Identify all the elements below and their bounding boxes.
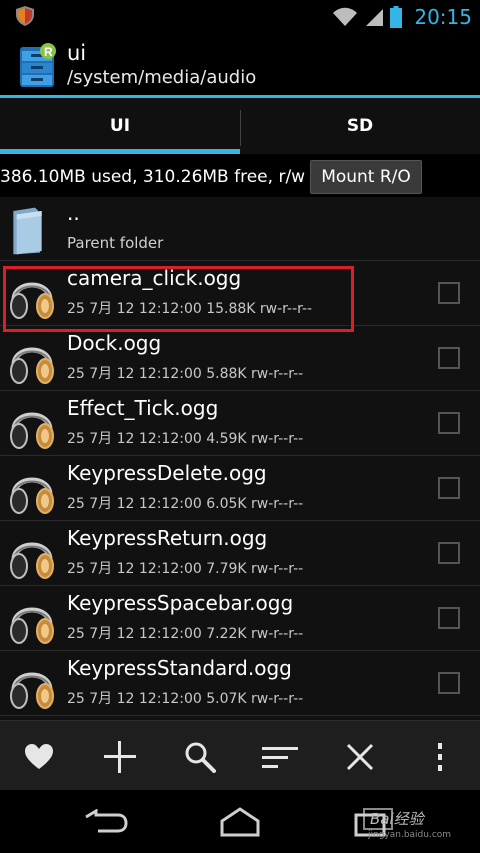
headphones-icon [10, 477, 54, 514]
heart-icon [25, 744, 53, 769]
tab-divider [240, 110, 241, 146]
file-row[interactable]: camera_click.ogg 25 7月 12 12:12:00 15.88… [0, 262, 480, 326]
file-checkbox[interactable] [438, 672, 460, 694]
file-name: KeypressSpacebar.ogg [67, 591, 294, 615]
file-name: KeypressDelete.ogg [67, 461, 267, 485]
wifi-icon [333, 7, 358, 26]
file-row[interactable]: Dock.ogg 25 7月 12 12:12:00 5.88K rw-r--r… [0, 327, 480, 391]
parent-folder-label: Parent folder [67, 234, 164, 252]
back-icon [85, 809, 128, 833]
battery-icon [390, 5, 403, 28]
parent-folder-row[interactable]: .. Parent folder [0, 197, 480, 261]
headphones-icon [10, 282, 54, 319]
svg-text:R: R [44, 45, 53, 59]
status-bar: 20:15 [0, 0, 480, 33]
file-meta: 25 7月 12 12:12:00 7.22K rw-r--r-- [67, 626, 304, 642]
file-meta: 25 7月 12 12:12:00 5.88K rw-r--r-- [67, 366, 304, 382]
file-meta: 25 7月 12 12:12:00 6.05K rw-r--r-- [67, 496, 304, 512]
file-checkbox[interactable] [438, 347, 460, 369]
file-name: Dock.ogg [67, 331, 162, 355]
overflow-menu-button[interactable] [420, 737, 460, 777]
watermark-text: Bai经验 [370, 810, 424, 828]
app-logo-icon[interactable]: R [18, 43, 58, 89]
headphones-icon [10, 607, 54, 644]
search-icon [185, 742, 216, 773]
sort-button[interactable] [260, 737, 300, 777]
headphones-icon [10, 672, 54, 709]
file-checkbox[interactable] [438, 607, 460, 629]
file-meta: 25 7月 12 12:12:00 7.79K rw-r--r-- [67, 561, 304, 577]
file-checkbox[interactable] [438, 542, 460, 564]
tab-ui-label: UI [109, 116, 131, 136]
app-title: ui [67, 41, 87, 65]
favorites-button[interactable] [19, 737, 59, 777]
sort-icon [262, 747, 298, 768]
file-meta: 25 7月 12 12:12:00 15.88K rw-r--r-- [67, 301, 313, 317]
current-path: /system/media/audio [67, 67, 257, 88]
file-checkbox[interactable] [438, 282, 460, 304]
file-meta: 25 7月 12 12:12:00 5.07K rw-r--r-- [67, 691, 304, 707]
tab-sd[interactable]: SD [240, 98, 480, 154]
plus-icon [104, 741, 136, 773]
file-row[interactable]: KeypressStandard.ogg 25 7月 12 12:12:00 5… [0, 652, 480, 716]
headphones-icon [10, 412, 54, 449]
home-button[interactable] [216, 802, 264, 842]
home-icon [220, 807, 260, 837]
file-row[interactable]: KeypressSpacebar.ogg 25 7月 12 12:12:00 7… [0, 587, 480, 651]
tab-ui[interactable]: UI [0, 98, 240, 154]
file-row[interactable]: Effect_Tick.ogg 25 7月 12 12:12:00 4.59K … [0, 392, 480, 456]
file-meta: 25 7月 12 12:12:00 4.59K rw-r--r-- [67, 431, 304, 447]
bottom-toolbar [0, 720, 480, 790]
watermark-url: jingyan.baidu.com [368, 830, 452, 840]
shield-icon [16, 6, 34, 26]
file-name: camera_click.ogg [67, 266, 242, 290]
file-list[interactable]: .. Parent folder camera_click.ogg 25 7月 … [0, 197, 480, 720]
app-header: R ui /system/media/audio [0, 33, 480, 96]
headphones-icon [10, 347, 54, 384]
back-button[interactable] [82, 802, 130, 842]
close-button[interactable] [340, 737, 380, 777]
headphones-icon [10, 542, 54, 579]
storage-info: 386.10MB used, 310.26MB free, r/w [0, 167, 306, 187]
file-name: KeypressStandard.ogg [67, 656, 292, 680]
signal-icon [366, 8, 384, 26]
more-icon [438, 743, 442, 771]
search-button[interactable] [180, 737, 220, 777]
status-time: 20:15 [414, 4, 472, 29]
file-name: Effect_Tick.ogg [67, 396, 219, 420]
mount-ro-button[interactable]: Mount R/O [310, 160, 422, 194]
new-item-button[interactable] [100, 737, 140, 777]
parent-folder-name: .. [67, 201, 80, 225]
tab-sd-label: SD [346, 116, 374, 136]
close-icon [346, 743, 374, 771]
folder-icon [13, 207, 42, 255]
file-row[interactable]: KeypressDelete.ogg 25 7月 12 12:12:00 6.0… [0, 457, 480, 521]
file-row[interactable]: KeypressReturn.ogg 25 7月 12 12:12:00 7.7… [0, 522, 480, 586]
file-checkbox[interactable] [438, 412, 460, 434]
file-name: KeypressReturn.ogg [67, 526, 268, 550]
file-checkbox[interactable] [438, 477, 460, 499]
